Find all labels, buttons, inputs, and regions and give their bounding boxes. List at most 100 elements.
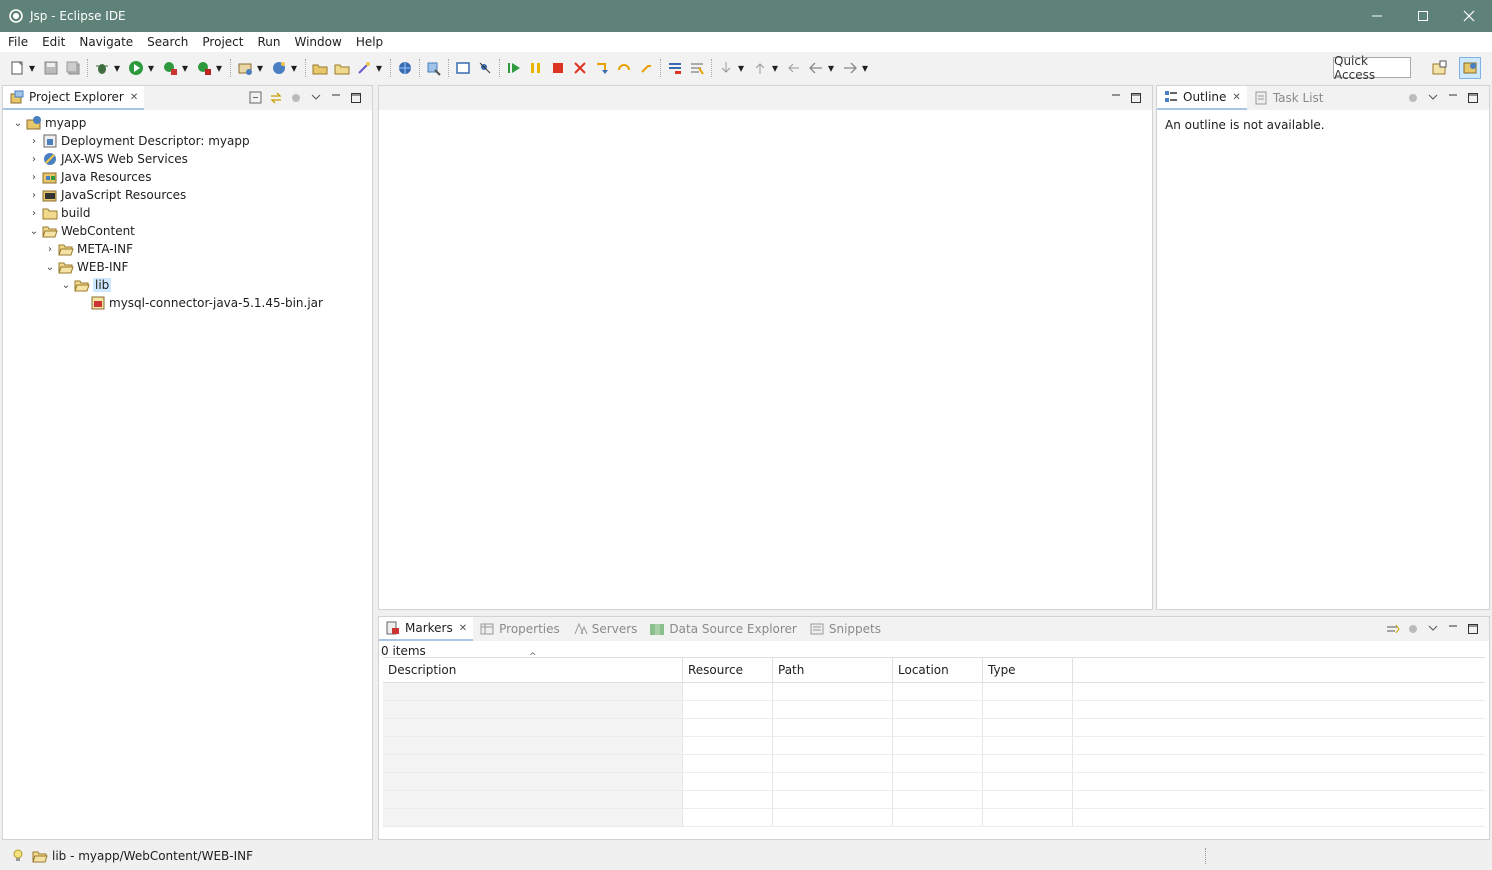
- new-web-icon[interactable]: [270, 59, 288, 77]
- minimize-button[interactable]: [1354, 0, 1400, 32]
- web-browser-icon[interactable]: [396, 59, 414, 77]
- column-header-type[interactable]: Type: [983, 658, 1073, 682]
- tab-task-list[interactable]: Task List: [1247, 86, 1330, 110]
- open-resource-icon[interactable]: [333, 59, 351, 77]
- menu-help[interactable]: Help: [348, 32, 389, 52]
- save-icon[interactable]: [42, 59, 60, 77]
- external-tools-icon[interactable]: [195, 59, 213, 77]
- chevron-down-icon[interactable]: ⌄: [11, 116, 25, 130]
- link-with-editor-icon[interactable]: [266, 88, 286, 108]
- close-icon[interactable]: ✕: [130, 92, 138, 103]
- next-annotation-dropdown-icon[interactable]: ▾: [737, 59, 745, 77]
- run-dropdown-icon[interactable]: ▾: [147, 59, 155, 77]
- chevron-right-icon[interactable]: ›: [43, 242, 57, 256]
- tree-item[interactable]: ⌄ lib: [7, 276, 372, 294]
- tree-item[interactable]: › JAX-WS Web Services: [7, 150, 372, 168]
- open-type-icon[interactable]: [311, 59, 329, 77]
- tab-outline[interactable]: Outline ✕: [1157, 86, 1247, 110]
- search-dropdown-icon[interactable]: ▾: [375, 59, 383, 77]
- focus-icon[interactable]: [1403, 88, 1423, 108]
- tree-item[interactable]: ⌄ WEB-INF: [7, 258, 372, 276]
- chevron-right-icon[interactable]: ›: [27, 188, 41, 202]
- chevron-down-icon[interactable]: ⌄: [59, 278, 73, 292]
- step-return-icon[interactable]: [637, 59, 655, 77]
- disconnect-icon[interactable]: [571, 59, 589, 77]
- chevron-down-icon[interactable]: ⌄: [43, 260, 57, 274]
- maximize-button[interactable]: [1400, 0, 1446, 32]
- back-icon[interactable]: [807, 59, 825, 77]
- tab-snippets[interactable]: Snippets: [803, 617, 887, 641]
- perspective-tool-icon[interactable]: [425, 59, 443, 77]
- debug-icon[interactable]: [93, 59, 111, 77]
- tree-item[interactable]: ⌄ myapp: [7, 114, 372, 132]
- minimize-view-icon[interactable]: [326, 88, 346, 108]
- minimize-view-icon[interactable]: [1443, 619, 1463, 639]
- chevron-down-icon[interactable]: ⌄: [27, 224, 41, 238]
- minimize-view-icon[interactable]: [1106, 88, 1126, 108]
- close-button[interactable]: [1446, 0, 1492, 32]
- menu-project[interactable]: Project: [194, 32, 249, 52]
- menu-run[interactable]: Run: [249, 32, 286, 52]
- menu-file[interactable]: File: [0, 32, 34, 52]
- previous-annotation-icon[interactable]: [751, 59, 769, 77]
- menu-window[interactable]: Window: [286, 32, 347, 52]
- maximize-view-icon[interactable]: [1463, 619, 1483, 639]
- focus-icon[interactable]: [1403, 619, 1423, 639]
- maximize-view-icon[interactable]: [1126, 88, 1146, 108]
- external-tools-dropdown-icon[interactable]: ▾: [215, 59, 223, 77]
- suspend-icon[interactable]: [527, 59, 545, 77]
- column-header-description[interactable]: Description ^: [383, 652, 683, 682]
- new-server-dropdown-icon[interactable]: ▾: [256, 59, 264, 77]
- column-header-location[interactable]: Location: [893, 658, 983, 682]
- column-header-path[interactable]: Path: [773, 658, 893, 682]
- view-menu-icon[interactable]: [1423, 619, 1443, 639]
- chevron-right-icon[interactable]: ›: [27, 134, 41, 148]
- tab-servers[interactable]: Servers: [566, 617, 644, 641]
- jee-perspective-icon[interactable]: [1459, 57, 1481, 79]
- tree-item[interactable]: › Java Resources: [7, 168, 372, 186]
- terminate-icon[interactable]: [549, 59, 567, 77]
- quick-access-field[interactable]: Quick Access: [1333, 54, 1411, 82]
- maximize-view-icon[interactable]: [346, 88, 366, 108]
- view-menu-icon[interactable]: [1423, 88, 1443, 108]
- coverage-dropdown-icon[interactable]: ▾: [181, 59, 189, 77]
- debug-dropdown-icon[interactable]: ▾: [113, 59, 121, 77]
- coverage-icon[interactable]: [161, 59, 179, 77]
- view-menu-icon[interactable]: [306, 88, 326, 108]
- back-dropdown-icon[interactable]: ▾: [827, 59, 835, 77]
- forward-dropdown-icon[interactable]: ▾: [861, 59, 869, 77]
- step-into-icon[interactable]: [593, 59, 611, 77]
- chevron-right-icon[interactable]: ›: [27, 170, 41, 184]
- tab-data-source-explorer[interactable]: Data Source Explorer: [643, 617, 802, 641]
- tab-properties[interactable]: Properties: [473, 617, 566, 641]
- column-header-resource[interactable]: Resource: [683, 658, 773, 682]
- menu-edit[interactable]: Edit: [34, 32, 71, 52]
- new-icon[interactable]: [8, 59, 26, 77]
- toggle-mark-occurrences-icon[interactable]: [688, 59, 706, 77]
- forward-icon[interactable]: [841, 59, 859, 77]
- chevron-right-icon[interactable]: ›: [27, 152, 41, 166]
- new-dropdown-icon[interactable]: ▾: [28, 59, 36, 77]
- new-server-icon[interactable]: [236, 59, 254, 77]
- tree-item[interactable]: › META-INF: [7, 240, 372, 258]
- configure-contents-icon[interactable]: [1383, 619, 1403, 639]
- tab-project-explorer[interactable]: Project Explorer ✕: [3, 86, 145, 110]
- close-icon[interactable]: ✕: [1232, 92, 1240, 103]
- close-icon[interactable]: ✕: [459, 623, 467, 634]
- tree-item[interactable]: mysql-connector-java-5.1.45-bin.jar: [7, 294, 372, 312]
- tab-markers[interactable]: Markers ✕: [379, 617, 474, 641]
- skip-breakpoints-icon[interactable]: [476, 59, 494, 77]
- toggle-markers-icon[interactable]: [666, 59, 684, 77]
- search-icon[interactable]: [355, 59, 373, 77]
- tree-item[interactable]: › JavaScript Resources: [7, 186, 372, 204]
- last-edit-location-icon[interactable]: [785, 59, 803, 77]
- tree-item[interactable]: › Deployment Descriptor: myapp: [7, 132, 372, 150]
- open-perspective-icon[interactable]: [1428, 57, 1450, 79]
- step-over-icon[interactable]: [615, 59, 633, 77]
- resume-icon[interactable]: [505, 59, 523, 77]
- chevron-right-icon[interactable]: ›: [27, 206, 41, 220]
- menu-search[interactable]: Search: [139, 32, 194, 52]
- run-icon[interactable]: [127, 59, 145, 77]
- save-all-icon[interactable]: [64, 59, 82, 77]
- lightbulb-icon[interactable]: [10, 848, 26, 864]
